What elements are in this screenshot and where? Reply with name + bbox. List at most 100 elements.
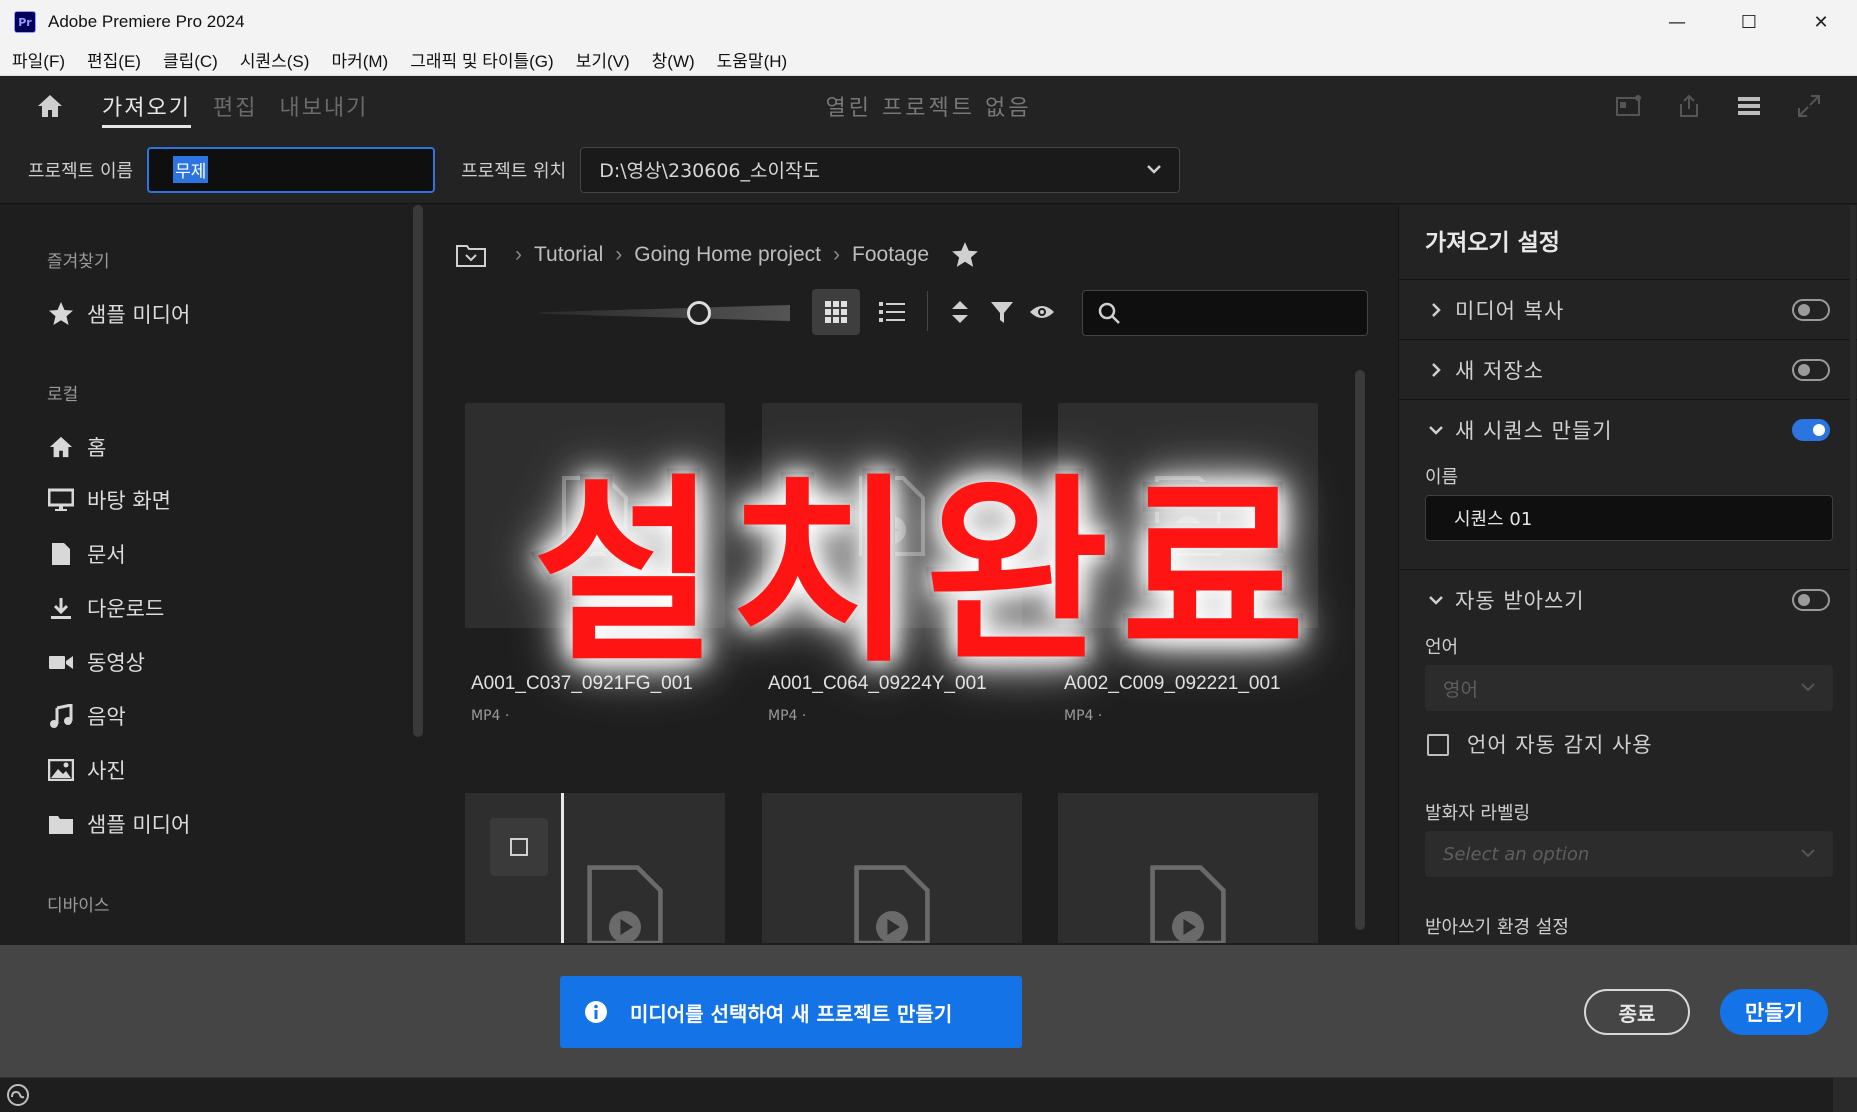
filter-button[interactable] <box>982 289 1022 335</box>
menu-bar: 파일(F) 편집(E) 클립(C) 시퀀스(S) 마커(M) 그래픽 및 타이틀… <box>0 44 1857 76</box>
create-button[interactable]: 만들기 <box>1720 989 1828 1035</box>
minimize-button[interactable]: — <box>1641 0 1713 44</box>
share-button[interactable] <box>1659 76 1719 136</box>
fullscreen-button[interactable] <box>1779 76 1839 136</box>
sidebar-item-downloads[interactable]: 다운로드 <box>47 591 164 625</box>
sidebar-item-pictures[interactable]: 사진 <box>47 753 126 787</box>
settings-scrollbar[interactable] <box>1850 205 1856 945</box>
sidebar-item-documents[interactable]: 문서 <box>47 537 126 571</box>
breadcrumb-footage[interactable]: Footage <box>852 243 929 267</box>
language-select[interactable]: 영어 <box>1425 665 1833 711</box>
browser-scrollbar[interactable] <box>1355 370 1365 930</box>
document-icon <box>47 540 75 568</box>
tab-import[interactable]: 가져오기 <box>102 76 191 136</box>
video-file-icon <box>1155 475 1221 556</box>
menu-edit[interactable]: 편집(E) <box>87 47 141 72</box>
menu-help[interactable]: 도움말(H) <box>717 47 788 72</box>
media-thumbnail <box>762 403 1022 628</box>
select-checkbox[interactable] <box>490 818 548 876</box>
new-sequence-toggle[interactable] <box>1792 418 1830 441</box>
list-view-button[interactable] <box>868 289 916 335</box>
new-bin-label: 새 저장소 <box>1455 358 1544 383</box>
chevron-down-icon <box>1801 849 1815 858</box>
media-browser: › Tutorial › Going Home project › Footag… <box>430 205 1398 945</box>
sequence-name-input[interactable]: 시퀀스 01 <box>1425 495 1833 541</box>
tab-export[interactable]: 내보내기 <box>279 76 368 136</box>
menu-file[interactable]: 파일(F) <box>12 47 65 72</box>
new-bin-toggle[interactable] <box>1792 358 1830 381</box>
toggle-knob <box>1798 363 1810 376</box>
close-button[interactable]: ✕ <box>1785 0 1857 44</box>
folder-icon <box>47 810 75 838</box>
creative-cloud-icon[interactable] <box>6 1084 30 1106</box>
sort-icon <box>952 301 968 323</box>
sidebar-item-music[interactable]: 음악 <box>47 699 126 733</box>
media-card[interactable]: A002_C009_092221_001 MP4 · <box>1058 403 1318 724</box>
zoom-slider-handle[interactable] <box>687 301 711 325</box>
project-name-input[interactable]: 무제 <box>147 146 436 193</box>
media-card[interactable]: A001_C064_09224Y_001 MP4 · <box>762 403 1022 724</box>
menu-sequence[interactable]: 시퀀스(S) <box>240 47 310 72</box>
chevron-down-icon <box>1147 164 1162 174</box>
auto-transcribe-toggle[interactable] <box>1792 588 1830 611</box>
sidebar-item-label: 샘플 미디어 <box>87 813 191 837</box>
home-icon <box>47 433 75 461</box>
menu-graphics[interactable]: 그래픽 및 타이틀(G) <box>410 47 553 72</box>
maximize-button[interactable]: ☐ <box>1713 0 1785 44</box>
video-file-icon <box>1150 865 1226 943</box>
new-sequence-row[interactable]: 새 시퀀스 만들기 <box>1399 399 1857 459</box>
breadcrumb-tutorial[interactable]: Tutorial <box>534 243 603 267</box>
media-card[interactable] <box>762 793 1022 943</box>
media-copy-toggle[interactable] <box>1792 298 1830 321</box>
star-favorite-icon[interactable] <box>951 241 979 269</box>
sidebar-item-home[interactable]: 홈 <box>47 430 106 464</box>
project-location-dropdown[interactable]: D:\영상\230606_소이작도 <box>580 146 1181 193</box>
sidebar-item-videos[interactable]: 동영상 <box>47 645 145 679</box>
maximize-icon: ☐ <box>1740 11 1758 33</box>
sidebar-item-label: 문서 <box>87 543 126 567</box>
sidebar-scrollbar[interactable] <box>413 205 423 737</box>
media-card-meta: MP4 · <box>471 708 510 724</box>
sidebar-item-sample-media-favorite[interactable]: 샘플 미디어 <box>47 297 190 331</box>
tab-edit[interactable]: 편집 <box>213 76 257 136</box>
auto-detect-language-label: 언어 자동 감지 사용 <box>1467 733 1653 757</box>
media-card[interactable] <box>465 793 725 943</box>
chevron-down-icon <box>1421 594 1451 606</box>
speaker-labeling-select[interactable]: Select an option <box>1425 831 1833 877</box>
video-file-icon <box>859 475 925 556</box>
header-actions <box>1599 76 1839 136</box>
search-input[interactable] <box>1082 290 1368 336</box>
quick-export-button[interactable] <box>1599 76 1659 136</box>
toolbar-divider <box>927 291 928 331</box>
folder-open-icon[interactable] <box>455 242 489 268</box>
sidebar-item-sample-media[interactable]: 샘플 미디어 <box>47 807 190 841</box>
exit-button[interactable]: 종료 <box>1584 989 1690 1035</box>
breadcrumb-going-home[interactable]: Going Home project <box>634 243 821 267</box>
video-file-icon <box>854 865 930 943</box>
menu-marker[interactable]: 마커(M) <box>331 47 388 72</box>
thumbnail-zoom-slider[interactable] <box>540 305 790 321</box>
grid-view-button[interactable] <box>812 289 860 335</box>
menu-clip[interactable]: 클립(C) <box>163 47 218 72</box>
auto-transcribe-row[interactable]: 자동 받아쓰기 <box>1399 569 1857 629</box>
filter-icon <box>991 302 1013 323</box>
locations-sidebar: 즐겨찾기 샘플 미디어 로컬 홈 바탕 화면 문서 다운로드 동영상 음악 사진… <box>0 205 423 945</box>
menu-window[interactable]: 창(W) <box>652 47 695 72</box>
new-bin-row[interactable]: 새 저장소 <box>1399 339 1857 399</box>
workspaces-button[interactable] <box>1719 76 1779 136</box>
media-card[interactable]: A001_C037_0921FG_001 MP4 · <box>465 403 725 724</box>
speaker-labeling-placeholder: Select an option <box>1443 843 1590 865</box>
chevron-right-icon: › <box>615 243 623 266</box>
image-icon <box>47 756 75 784</box>
menu-view[interactable]: 보기(V) <box>576 47 630 72</box>
media-card[interactable] <box>1058 793 1318 943</box>
sidebar-item-desktop[interactable]: 바탕 화면 <box>47 483 171 517</box>
visibility-button[interactable] <box>1022 289 1062 335</box>
home-button[interactable] <box>20 76 80 136</box>
media-thumbnail <box>1058 403 1318 628</box>
resize-grip[interactable] <box>1833 1078 1857 1112</box>
media-copy-row[interactable]: 미디어 복사 <box>1399 279 1857 339</box>
language-value: 영어 <box>1443 678 1478 701</box>
sort-button[interactable] <box>940 289 980 335</box>
auto-detect-language-checkbox[interactable] <box>1427 734 1449 756</box>
